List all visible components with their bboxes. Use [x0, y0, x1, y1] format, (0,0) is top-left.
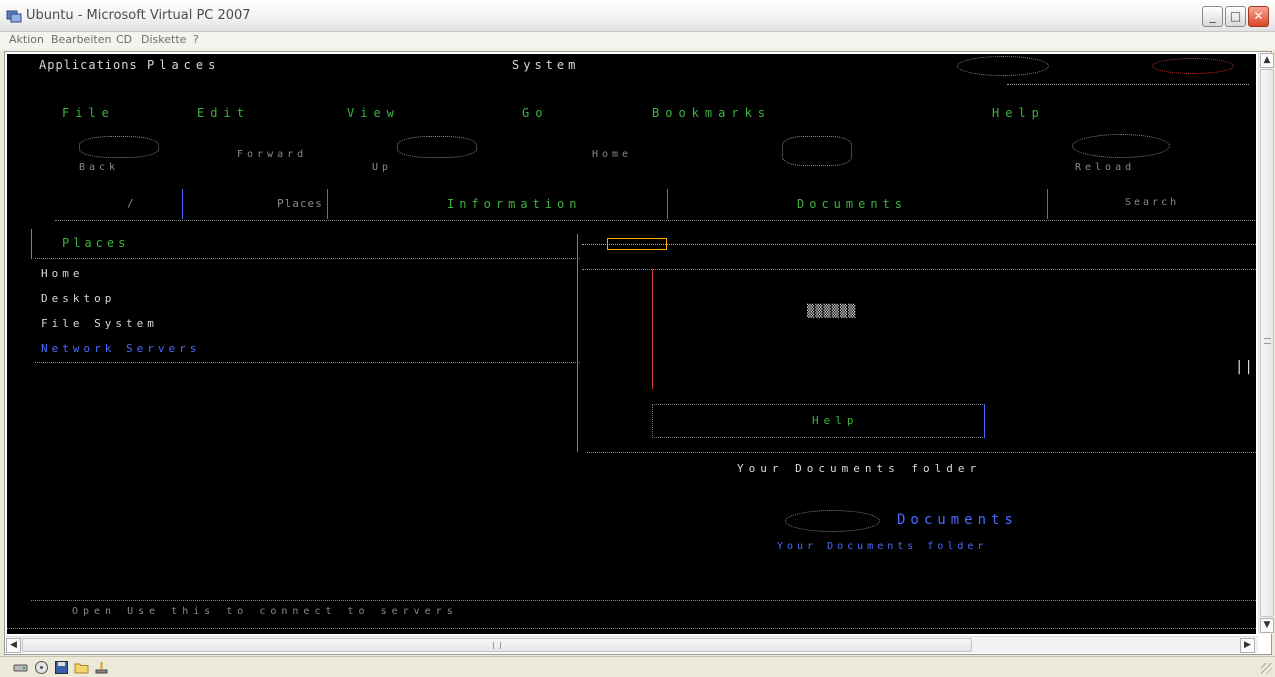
- vm-right-heading: Documents: [897, 512, 1018, 528]
- horizontal-scroll-thumb[interactable]: [22, 638, 972, 652]
- window-title: Ubuntu - Microsoft Virtual PC 2007: [26, 8, 251, 23]
- harddisk-icon[interactable]: [13, 660, 28, 675]
- vm-loc-sep-1: [182, 189, 183, 219]
- close-button[interactable]: ✕: [1248, 6, 1269, 27]
- vertical-scroll-thumb[interactable]: [1260, 69, 1274, 617]
- vm-display-frame: Applications Places System File Edit Vie…: [4, 51, 1274, 655]
- vm-menu-edit[interactable]: Edit: [197, 106, 250, 120]
- vm-menu-help[interactable]: Help: [992, 106, 1045, 120]
- vm-sidepane-divider: [35, 258, 580, 259]
- vm-sidepane-accent: [31, 229, 32, 259]
- vm-toolbar-back-label: Back: [79, 162, 120, 173]
- vm-footer-divider: [31, 600, 1256, 601]
- vm-toolbar-reload-label: Reload: [1075, 162, 1136, 173]
- vm-menu-go[interactable]: Go: [522, 106, 548, 120]
- vm-content-icon[interactable]: ▒▒▒▒▒▒: [807, 304, 856, 318]
- vm-side-item-home[interactable]: Home: [41, 267, 84, 280]
- vm-content-topline: [582, 244, 1256, 245]
- vm-loc-sep-3: [667, 189, 668, 219]
- vm-screen[interactable]: Applications Places System File Edit Vie…: [7, 54, 1256, 634]
- vm-up-icon[interactable]: [397, 136, 477, 158]
- vm-documents-icon[interactable]: [785, 510, 880, 532]
- menu-diskette[interactable]: Diskette: [141, 33, 186, 46]
- vm-location-information[interactable]: Information: [447, 197, 581, 211]
- menu-bar: Aktion Bearbeiten CD Diskette ?: [0, 32, 1275, 50]
- menu-cd[interactable]: CD: [116, 33, 132, 46]
- vm-reload-icon[interactable]: [1072, 134, 1170, 158]
- vm-side-item-desktop[interactable]: Desktop: [41, 292, 115, 305]
- floppy-icon[interactable]: [54, 660, 69, 675]
- maximize-icon: □: [1229, 9, 1242, 23]
- vm-location-places[interactable]: Places: [277, 197, 323, 210]
- vm-pane-splitter[interactable]: [577, 234, 578, 452]
- title-bar: Ubuntu - Microsoft Virtual PC 2007 _ □ ✕: [0, 0, 1275, 32]
- vm-content-red-line: [652, 269, 653, 389]
- menu-aktion[interactable]: Aktion: [9, 33, 44, 46]
- menu-help[interactable]: ?: [193, 33, 199, 46]
- close-icon: ✕: [1253, 9, 1264, 23]
- vm-location-divider: [55, 220, 1255, 221]
- vm-side-item-filesystem[interactable]: File System: [41, 317, 158, 330]
- vm-selected-tab[interactable]: [607, 238, 667, 250]
- scroll-up-button[interactable]: ▲: [1260, 53, 1274, 68]
- vm-toolbar-up-label: Up: [372, 162, 393, 173]
- vm-menu-bookmarks[interactable]: Bookmarks: [652, 106, 771, 120]
- vm-content-bottom: [587, 452, 1256, 453]
- vm-loc-sep-2: [327, 189, 328, 219]
- vm-footer-text: Open Use this to connect to servers: [72, 606, 458, 617]
- folder-icon[interactable]: [74, 660, 89, 675]
- vm-home-icon[interactable]: [782, 136, 852, 166]
- vm-right-subtext: Your Documents folder: [777, 541, 988, 552]
- maximize-button[interactable]: □: [1225, 6, 1246, 27]
- horizontal-grip-icon: [493, 642, 501, 649]
- vm-bottom-panel: [7, 628, 1256, 629]
- scroll-down-button[interactable]: ▼: [1260, 618, 1274, 633]
- vm-clock-area: [957, 56, 1049, 76]
- resize-grip-icon[interactable]: [1261, 663, 1272, 674]
- menu-bearbeiten[interactable]: Bearbeiten: [51, 33, 111, 46]
- network-icon[interactable]: [94, 660, 109, 675]
- vm-menu-view[interactable]: View: [347, 106, 400, 120]
- vm-back-icon[interactable]: [79, 136, 159, 158]
- vertical-grip-icon: [1264, 338, 1271, 344]
- vm-side-item-network[interactable]: Network Servers: [41, 342, 200, 355]
- vm-tray-indicator: [1152, 58, 1234, 74]
- vm-toolbar-home-label: Home: [592, 149, 633, 160]
- vm-menu-system[interactable]: System: [512, 58, 579, 72]
- vm-location-documents[interactable]: Documents: [797, 197, 907, 211]
- virtual-pc-app-icon[interactable]: [6, 8, 22, 24]
- vm-menu-file[interactable]: File: [62, 106, 115, 120]
- vm-location-root[interactable]: /: [127, 197, 135, 210]
- cd-icon[interactable]: [34, 660, 49, 675]
- minimize-button[interactable]: _: [1202, 6, 1223, 27]
- vm-content-line: [582, 269, 1256, 270]
- vertical-scrollbar[interactable]: ▲ ▼: [1258, 53, 1274, 634]
- vm-sidepane-bottom: [35, 362, 580, 363]
- vm-sidepane-title[interactable]: Places: [62, 236, 129, 250]
- vm-edge-widget[interactable]: |||: [1235, 359, 1256, 375]
- vm-toolbar-forward-label: Forward: [237, 149, 308, 160]
- vm-help-box-edge: [984, 404, 985, 438]
- scroll-left-button[interactable]: ◀: [6, 638, 21, 653]
- vm-help-label[interactable]: Help: [812, 414, 859, 427]
- status-bar: [0, 656, 1275, 677]
- vm-menu-places-top[interactable]: Places: [147, 58, 220, 72]
- minimize-icon: _: [1209, 9, 1216, 23]
- vm-right-caption: Your Documents folder: [737, 462, 982, 475]
- vm-loc-sep-4: [1047, 189, 1048, 219]
- vm-top-divider: [1007, 84, 1249, 85]
- scroll-right-button[interactable]: ▶: [1240, 638, 1255, 653]
- vm-menu-applications[interactable]: Applications: [39, 58, 138, 72]
- vm-location-search[interactable]: Search: [1125, 197, 1179, 208]
- horizontal-scrollbar[interactable]: ◀ ▶: [6, 636, 1258, 653]
